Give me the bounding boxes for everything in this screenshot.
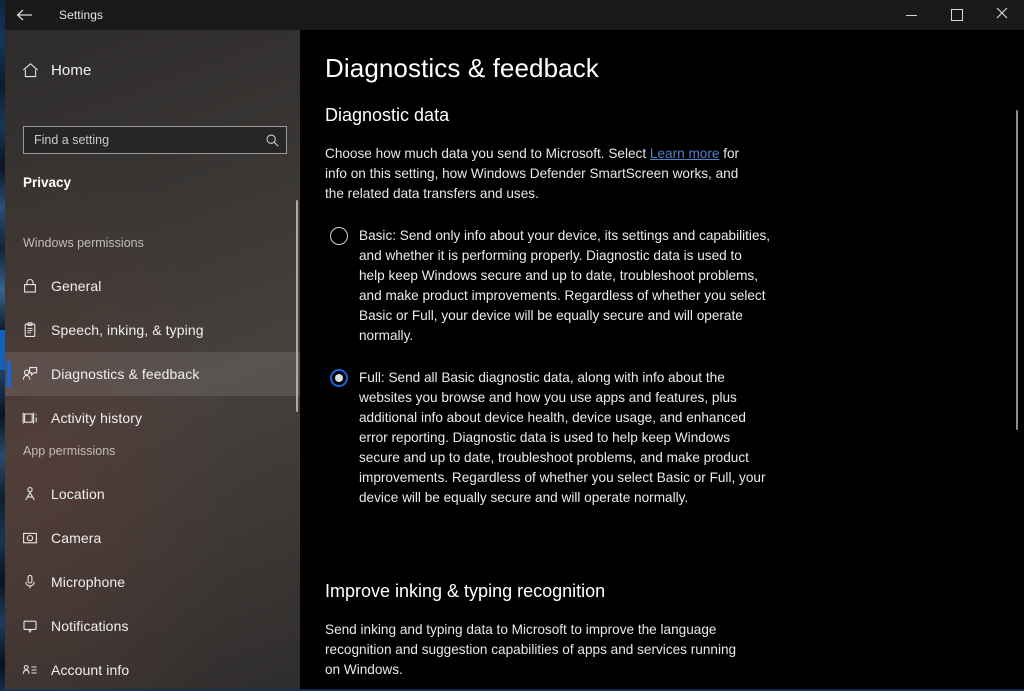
activity-history-icon	[9, 409, 51, 427]
sidebar-item-location[interactable]: Location	[5, 472, 300, 516]
sidebar-home-label: Home	[51, 61, 92, 79]
account-info-icon	[9, 661, 51, 679]
maximize-button[interactable]	[934, 0, 979, 30]
radio-option-basic[interactable]: Basic: Send only info about your device,…	[325, 226, 985, 346]
radio-label-full: Full: Send all Basic diagnostic data, al…	[359, 370, 766, 505]
content-scrollbar-thumb[interactable]	[1016, 110, 1018, 430]
notification-icon	[9, 617, 51, 635]
sidebar-group-heading-windows-permissions: Windows permissions	[23, 236, 144, 250]
clipboard-icon	[9, 321, 51, 339]
content-pane: Diagnostics & feedback Diagnostic data C…	[300, 30, 1024, 691]
sidebar-item-label: Diagnostics & feedback	[51, 366, 200, 382]
radio-mark-full	[330, 369, 348, 387]
content-scrollbar[interactable]	[1016, 30, 1018, 691]
sidebar-item-label: Location	[51, 486, 105, 502]
sidebar-item-label: Notifications	[51, 618, 129, 634]
back-button[interactable]	[5, 0, 45, 30]
search-icon[interactable]	[261, 129, 283, 151]
search-input[interactable]	[23, 126, 287, 154]
sidebar: Home Privacy Windows permissions	[5, 30, 300, 691]
radio-mark-basic	[330, 227, 348, 245]
sidebar-item-camera[interactable]: Camera	[5, 516, 300, 560]
sidebar-item-microphone[interactable]: Microphone	[5, 560, 300, 604]
sidebar-item-notifications[interactable]: Notifications	[5, 604, 300, 648]
content-inner: Diagnostics & feedback Diagnostic data C…	[325, 30, 985, 691]
search-field-wrapper	[23, 126, 287, 154]
sidebar-item-label: Speech, inking, & typing	[51, 322, 204, 338]
window-caption-buttons	[889, 0, 1024, 30]
sidebar-item-label: Activity history	[51, 410, 143, 426]
sidebar-item-account-info[interactable]: Account info	[5, 648, 300, 691]
learn-more-link[interactable]: Learn more	[650, 146, 720, 161]
sidebar-scrollbar-thumb[interactable]	[296, 200, 298, 412]
settings-window-root: Settings Home Find a setting Privacy Win…	[0, 0, 1024, 691]
sidebar-nav-windows-permissions: General Speech, inking, & typing Diagnos…	[5, 264, 300, 440]
sidebar-item-label: Account info	[51, 662, 130, 678]
inking-description: Send inking and typing data to Microsoft…	[325, 622, 737, 677]
microphone-icon	[9, 573, 51, 591]
home-icon	[9, 61, 51, 80]
diagnostic-data-description: Choose how much data you send to Microso…	[325, 144, 743, 204]
back-arrow-icon	[15, 7, 35, 23]
sidebar-item-activity-history[interactable]: Activity history	[5, 396, 300, 440]
lock-icon	[9, 277, 51, 295]
sidebar-item-home[interactable]: Home	[5, 52, 300, 88]
sidebar-nav-app-permissions: Location Camera Microphone Notifications…	[5, 472, 300, 691]
sidebar-group-heading-app-permissions: App permissions	[23, 444, 116, 458]
sidebar-item-label: General	[51, 278, 102, 294]
selection-accent-bar	[7, 361, 11, 387]
close-icon	[996, 6, 1008, 24]
minimize-button[interactable]	[889, 0, 934, 30]
settings-window: Settings Home Find a setting Privacy Win…	[5, 0, 1024, 691]
feedback-person-icon	[9, 365, 51, 383]
sidebar-item-label: Camera	[51, 530, 102, 546]
window-title: Settings	[59, 8, 104, 22]
sidebar-item-label: Microphone	[51, 574, 126, 590]
radio-label-basic: Basic: Send only info about your device,…	[359, 228, 771, 343]
sidebar-item-speech-inking-typing[interactable]: Speech, inking, & typing	[5, 308, 300, 352]
page-title: Diagnostics & feedback	[325, 53, 599, 83]
location-person-icon	[9, 485, 51, 503]
description-text-part1: Choose how much data you send to Microso…	[325, 146, 650, 161]
radio-option-full[interactable]: Full: Send all Basic diagnostic data, al…	[325, 368, 985, 508]
sidebar-item-diagnostics-feedback[interactable]: Diagnostics & feedback	[5, 352, 300, 396]
close-button[interactable]	[979, 0, 1024, 30]
diagnostic-data-heading: Diagnostic data	[325, 105, 450, 125]
sidebar-item-general[interactable]: General	[5, 264, 300, 308]
inking-heading: Improve inking & typing recognition	[325, 581, 606, 601]
maximize-icon	[950, 9, 963, 21]
title-bar: Settings	[5, 0, 1024, 30]
minimize-icon	[906, 14, 917, 16]
page-section-title: Privacy	[23, 175, 72, 190]
camera-icon	[9, 529, 51, 547]
diagnostic-data-radio-group: Basic: Send only info about your device,…	[325, 226, 985, 508]
